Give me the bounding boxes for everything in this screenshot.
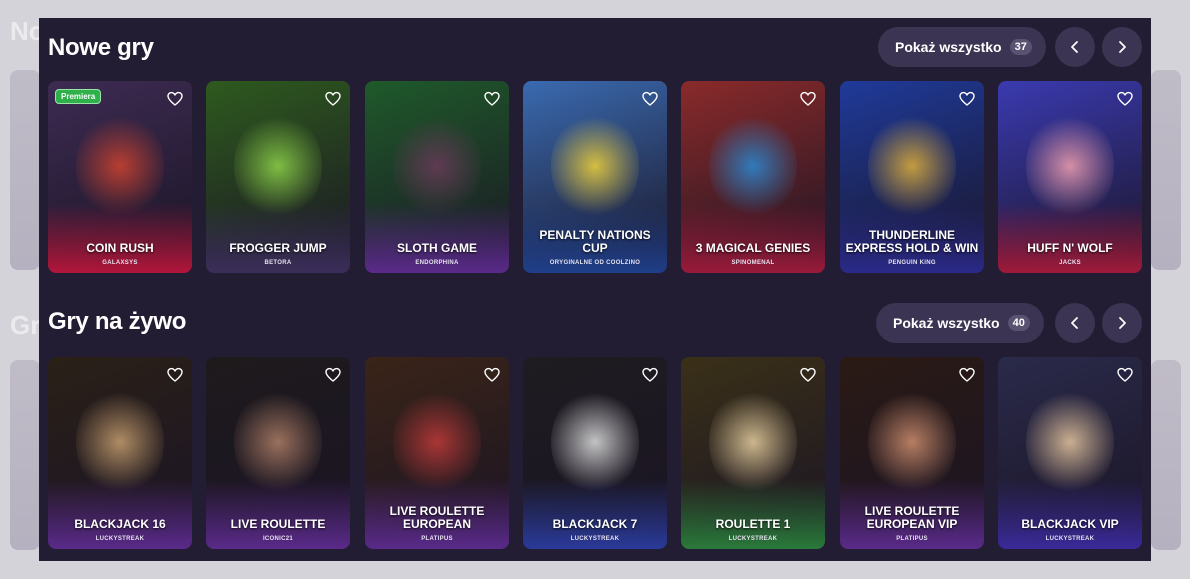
favorite-heart-icon[interactable]	[167, 367, 183, 383]
game-card[interactable]: BLACKJACK 16 LUCKYSTREAK	[48, 357, 192, 549]
chevron-right-icon	[1119, 41, 1126, 53]
game-card[interactable]: THUNDERLINE EXPRESS HOLD & WIN PENGUIN KI…	[840, 81, 984, 273]
favorite-heart-icon[interactable]	[325, 367, 341, 383]
game-title: PENALTY NATIONS CUP	[539, 228, 651, 255]
game-card[interactable]: FROGGER JUMP BETORA	[206, 81, 350, 273]
game-title: ROULETTE 1	[715, 517, 791, 531]
game-provider: ORYGINALNE OD COOLZINO	[549, 260, 641, 266]
game-title: BLACKJACK VIP	[1021, 517, 1119, 531]
game-title: FROGGER JUMP	[229, 241, 327, 255]
game-title: 3 MAGICAL GENIES	[695, 241, 811, 255]
game-provider: LUCKYSTREAK	[1045, 536, 1095, 542]
game-provider: SPINOMENAL	[731, 260, 775, 266]
backdrop-card	[10, 360, 40, 550]
game-card[interactable]: SLOTH GAME ENDORPHINA	[365, 81, 509, 273]
game-card[interactable]: Premiera COIN RUSH GALAXSYS	[48, 81, 192, 273]
show-all-label: Pokaż wszystko	[893, 315, 1000, 331]
game-title: LIVE ROULETTE EUROPEAN VIP	[864, 504, 960, 531]
favorite-heart-icon[interactable]	[959, 91, 975, 107]
backdrop-card	[1151, 360, 1181, 550]
game-card[interactable]: LIVE ROULETTE EUROPEAN PLATIPUS	[365, 357, 509, 549]
game-provider: ENDORPHINA	[415, 260, 459, 266]
favorite-heart-icon[interactable]	[484, 367, 500, 383]
favorite-heart-icon[interactable]	[800, 91, 816, 107]
favorite-heart-icon[interactable]	[642, 91, 658, 107]
section-title: Gry na żywo	[48, 308, 187, 335]
favorite-heart-icon[interactable]	[1117, 367, 1133, 383]
favorite-heart-icon[interactable]	[325, 91, 341, 107]
prev-button[interactable]	[1055, 27, 1095, 67]
next-button[interactable]	[1102, 27, 1142, 67]
game-provider: PLATIPUS	[896, 536, 928, 542]
chevron-left-icon	[1071, 41, 1078, 53]
game-provider: ICONIC21	[262, 536, 294, 542]
game-provider: PENGUIN KING	[888, 260, 936, 266]
game-title: HUFF N' WOLF	[1027, 241, 1113, 255]
game-card[interactable]: LIVE ROULETTE EUROPEAN VIP PLATIPUS	[840, 357, 984, 549]
game-title: THUNDERLINE EXPRESS HOLD & WIN	[845, 228, 979, 255]
favorite-heart-icon[interactable]	[484, 91, 500, 107]
backdrop-title: Gr	[10, 310, 41, 340]
game-provider: PLATIPUS	[421, 536, 453, 542]
game-card[interactable]: LIVE ROULETTE ICONIC21	[206, 357, 350, 549]
show-all-button[interactable]: Pokaż wszystko 37	[878, 27, 1046, 67]
game-provider: GALAXSYS	[102, 260, 138, 266]
game-card[interactable]: PENALTY NATIONS CUP ORYGINALNE OD COOLZIN…	[523, 81, 667, 273]
games-modal: Nowe gry Pokaż wszystko 37 Premiera COIN …	[39, 18, 1151, 561]
game-card[interactable]: BLACKJACK VIP LUCKYSTREAK	[998, 357, 1142, 549]
game-provider: LUCKYSTREAK	[570, 536, 620, 542]
favorite-heart-icon[interactable]	[642, 367, 658, 383]
section-new-games: Nowe gry Pokaż wszystko 37 Premiera COIN …	[39, 18, 1151, 288]
premiere-badge: Premiera	[55, 89, 102, 104]
game-title: LIVE ROULETTE	[230, 517, 326, 531]
game-title: LIVE ROULETTE EUROPEAN	[389, 504, 485, 531]
game-provider: LUCKYSTREAK	[728, 536, 778, 542]
game-card[interactable]: BLACKJACK 7 LUCKYSTREAK	[523, 357, 667, 549]
game-title: SLOTH GAME	[397, 241, 477, 255]
count-badge: 37	[1009, 39, 1032, 55]
favorite-heart-icon[interactable]	[167, 91, 183, 107]
game-card[interactable]: HUFF N' WOLF JACKS	[998, 81, 1142, 273]
favorite-heart-icon[interactable]	[800, 367, 816, 383]
chevron-left-icon	[1071, 317, 1078, 329]
game-provider: LUCKYSTREAK	[95, 536, 145, 542]
game-title: COIN RUSH	[86, 241, 154, 255]
count-badge: 40	[1007, 315, 1030, 331]
favorite-heart-icon[interactable]	[959, 367, 975, 383]
game-card[interactable]: 3 MAGICAL GENIES SPINOMENAL	[681, 81, 825, 273]
show-all-label: Pokaż wszystko	[895, 39, 1002, 55]
game-title: BLACKJACK 7	[552, 517, 638, 531]
game-provider: JACKS	[1059, 260, 1081, 266]
game-provider: BETORA	[264, 260, 292, 266]
chevron-right-icon	[1119, 317, 1126, 329]
game-card[interactable]: ROULETTE 1 LUCKYSTREAK	[681, 357, 825, 549]
show-all-button[interactable]: Pokaż wszystko 40	[876, 303, 1044, 343]
favorite-heart-icon[interactable]	[1117, 91, 1133, 107]
backdrop-card	[10, 70, 40, 270]
prev-button[interactable]	[1055, 303, 1095, 343]
next-button[interactable]	[1102, 303, 1142, 343]
game-title: BLACKJACK 16	[74, 517, 166, 531]
backdrop-card	[1151, 70, 1181, 270]
section-title: Nowe gry	[48, 34, 154, 61]
section-live-games: Gry na żywo Pokaż wszystko 40 BLACKJACK …	[39, 294, 1151, 561]
